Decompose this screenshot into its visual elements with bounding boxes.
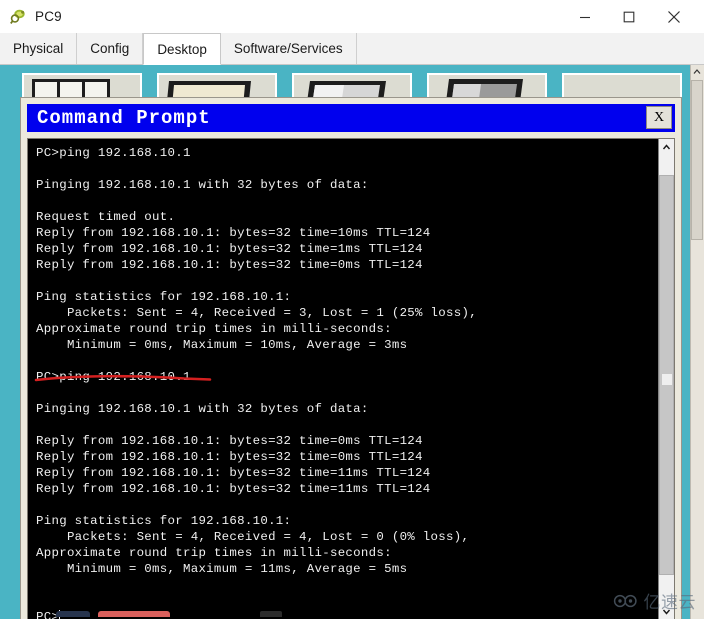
close-button[interactable]	[652, 0, 696, 33]
console-line: Minimum = 0ms, Maximum = 11ms, Average =…	[36, 562, 408, 576]
console-line: Reply from 192.168.10.1: bytes=32 time=0…	[36, 258, 423, 272]
desktop-scroll-thumb[interactable]	[691, 80, 703, 240]
tab-software-services-label: Software/Services	[233, 41, 343, 56]
console-line: Approximate round trip times in milli-se…	[36, 322, 392, 336]
console-output[interactable]: PC>ping 192.168.10.1 Pinging 192.168.10.…	[28, 139, 658, 619]
window-title: PC9	[35, 9, 62, 24]
window-title-bar: PC9	[0, 0, 704, 33]
watermark-text: 亿速云	[643, 593, 696, 613]
desktop-scrollbar[interactable]	[690, 65, 704, 619]
watermark: 亿速云	[613, 588, 697, 613]
console-scroll-grip	[662, 374, 672, 385]
packet-tracer-icon	[10, 8, 27, 25]
console-line: Packets: Sent = 4, Received = 3, Lost = …	[36, 306, 477, 320]
tab-software-services[interactable]: Software/Services	[220, 33, 357, 64]
bottom-sliver-3	[260, 611, 282, 617]
tab-desktop[interactable]: Desktop	[143, 33, 221, 65]
command-prompt-close-label: X	[653, 109, 665, 125]
console-line: Reply from 192.168.10.1: bytes=32 time=0…	[36, 434, 423, 448]
console-scroll-thumb[interactable]	[659, 175, 674, 575]
console-line: PC>ping 192.168.10.1	[36, 146, 191, 160]
chevron-up-icon	[662, 143, 671, 149]
console-line: Packets: Sent = 4, Received = 4, Lost = …	[36, 530, 470, 544]
tab-desktop-label: Desktop	[157, 41, 207, 57]
desktop-bottom-icon-row	[22, 611, 322, 619]
command-prompt-title-bar[interactable]: Command Prompt X	[27, 104, 675, 132]
command-prompt-title: Command Prompt	[37, 107, 211, 129]
console-line: Reply from 192.168.10.1: bytes=32 time=1…	[36, 466, 431, 480]
close-icon	[668, 10, 680, 23]
console-line: PC>ping 192.168.10.1	[36, 370, 191, 384]
console-line: Request timed out.	[36, 210, 176, 224]
console-line: Minimum = 0ms, Maximum = 10ms, Average =…	[36, 338, 408, 352]
console-line: Reply from 192.168.10.1: bytes=32 time=0…	[36, 450, 423, 464]
console-line: Approximate round trip times in milli-se…	[36, 546, 392, 560]
desktop-scroll-up-button[interactable]	[690, 65, 704, 79]
bottom-sliver-1	[56, 611, 90, 617]
minimize-icon	[580, 16, 590, 18]
minimize-button[interactable]	[563, 0, 607, 33]
maximize-button[interactable]	[607, 0, 651, 33]
desktop-panel: Command Prompt X PC>ping 192.168.10.1 Pi…	[0, 65, 704, 619]
tab-physical[interactable]: Physical	[0, 33, 78, 64]
console-line: Pinging 192.168.10.1 with 32 bytes of da…	[36, 178, 369, 192]
console-line: Ping statistics for 192.168.10.1:	[36, 290, 292, 304]
tab-physical-label: Physical	[13, 41, 64, 56]
console-line: Reply from 192.168.10.1: bytes=32 time=1…	[36, 482, 431, 496]
tab-config[interactable]: Config	[77, 33, 144, 64]
maximize-icon	[623, 11, 635, 22]
tab-config-label: Config	[90, 41, 130, 56]
application-window: PC9 Physical Config Desktop Software/Ser…	[0, 0, 704, 619]
command-prompt-close-button[interactable]: X	[646, 106, 672, 129]
console-line: Reply from 192.168.10.1: bytes=32 time=1…	[36, 226, 431, 240]
console-line: Ping statistics for 192.168.10.1:	[36, 514, 292, 528]
console-body: PC>ping 192.168.10.1 Pinging 192.168.10.…	[27, 138, 675, 619]
console-line: Pinging 192.168.10.1 with 32 bytes of da…	[36, 402, 369, 416]
tab-bar: Physical Config Desktop Software/Service…	[0, 33, 704, 65]
chevron-up-icon	[693, 69, 701, 74]
bottom-sliver-2	[98, 611, 170, 617]
command-prompt-window: Command Prompt X PC>ping 192.168.10.1 Pi…	[20, 97, 682, 619]
console-line: Reply from 192.168.10.1: bytes=32 time=1…	[36, 242, 423, 256]
cloud-logo-icon	[613, 594, 637, 607]
console-scrollbar[interactable]	[658, 139, 674, 619]
console-scroll-up-button[interactable]	[659, 139, 674, 155]
